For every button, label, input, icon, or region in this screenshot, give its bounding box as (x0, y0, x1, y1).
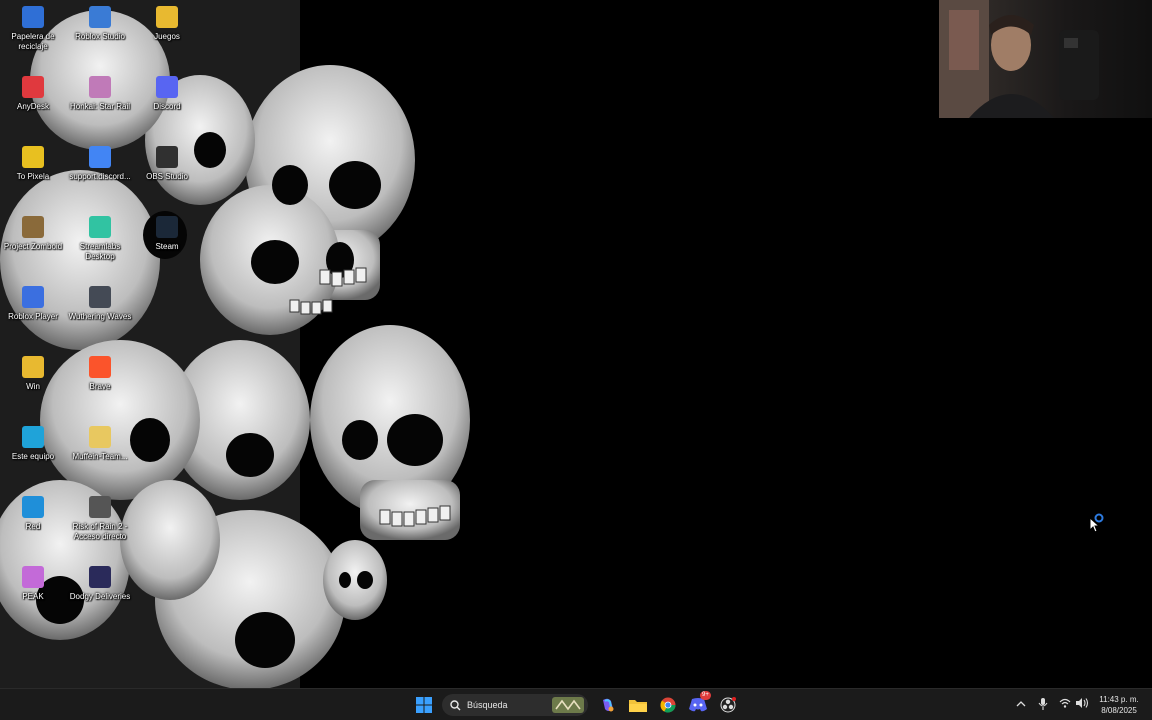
desktop-icon-label: support.discord... (69, 172, 131, 181)
desktop-icon[interactable]: support.discord... (67, 140, 133, 182)
desktop-icon-label: OBS Studio (146, 172, 188, 181)
project-zomboid-icon (22, 216, 44, 238)
chrome-icon (660, 697, 676, 713)
network-icon (22, 496, 44, 518)
discord-icon (689, 698, 707, 712)
copilot-icon (603, 698, 614, 712)
desktop-icon[interactable]: Dodgy Deliveries (67, 560, 133, 602)
windows-logo-icon (416, 697, 432, 713)
desktop-icon[interactable]: To Pixela (0, 140, 66, 182)
desktop-icon[interactable]: Steam (134, 210, 200, 252)
recycle-bin-icon (22, 6, 44, 28)
desktop-icon-label: Win (26, 382, 40, 391)
desktop-icon-label: Juegos (154, 32, 180, 41)
clock-time: 11:43 p. m. (1099, 695, 1139, 704)
clock-date: 8/08/2025 (1101, 706, 1137, 715)
copilot-button[interactable] (596, 693, 620, 717)
desktop-icon[interactable]: Honkai: Star Rail (67, 70, 133, 112)
chrome-button[interactable] (656, 693, 680, 717)
start-button[interactable] (412, 693, 436, 717)
system-clock[interactable]: 11:43 p. m. 8/08/2025 (1092, 694, 1146, 716)
obs-icon (720, 697, 736, 713)
desktop-icon-label: Roblox Studio (75, 32, 125, 41)
desktop-icon-label: To Pixela (16, 172, 50, 181)
wuthering-waves-icon (89, 286, 111, 308)
folder-icon (22, 356, 44, 378)
risk-of-rain-icon (89, 496, 111, 518)
desktop-icon-label: Roblox Player (8, 312, 58, 321)
desktop-icon[interactable]: PEAK (0, 560, 66, 602)
desktop-icon[interactable]: Project Zomboid (0, 210, 66, 252)
obs-taskbar-button[interactable] (716, 693, 740, 717)
taskbar-search-box[interactable]: Búsqueda (442, 694, 588, 716)
desktop-icon[interactable]: Risk of Rain 2 - Acceso directo (67, 490, 133, 542)
roblox-player-icon (22, 286, 44, 308)
desktop-icon-label: Este equipo (11, 452, 55, 461)
desktop: Papelera de reciclaje Roblox Studio Juegos… (0, 0, 1152, 688)
desktop-icon-label: Discord (153, 102, 181, 111)
dodgy-deliveries-icon (89, 566, 111, 588)
desktop-icon[interactable]: Papelera de reciclaje (0, 0, 66, 52)
webcam-image (939, 0, 1099, 118)
desktop-icon[interactable]: AnyDesk (0, 70, 66, 112)
honkai-star-rail-icon (89, 76, 111, 98)
busy-indicator-icon (1094, 513, 1104, 523)
discord-taskbar-button[interactable]: 9+ (686, 691, 711, 717)
desktop-icon-label: Red (25, 522, 41, 531)
desktop-icon-label: Brave (89, 382, 111, 391)
search-icon (450, 699, 461, 710)
search-highlight-icon (552, 697, 584, 713)
folder-icon (89, 426, 111, 448)
folder-icon (629, 700, 647, 712)
chrome-shortcut-icon (89, 146, 111, 168)
desktop-icon-label: Dodgy Deliveries (69, 592, 131, 601)
desktop-icon[interactable]: Roblox Player (0, 280, 66, 322)
desktop-icon[interactable]: Red (0, 490, 66, 532)
desktop-icon[interactable]: Streamlabs Desktop (67, 210, 133, 262)
desktop-icon-label: Papelera de reciclaje (11, 32, 55, 51)
discord-notification-badge: 9+ (700, 691, 711, 700)
desktop-icon-label: Muffein-Team... (72, 452, 128, 461)
volume-icon[interactable] (1075, 697, 1089, 709)
this-pc-icon (22, 426, 44, 448)
wifi-icon[interactable] (1059, 697, 1071, 709)
desktop-icon-label: PEAK (22, 592, 44, 601)
streamlabs-icon (89, 216, 111, 238)
anydesk-icon (22, 76, 44, 98)
file-explorer-button[interactable] (626, 693, 650, 717)
show-hidden-icons-chevron-up-icon[interactable] (1016, 700, 1026, 708)
desktop-icon[interactable]: Wuthering Waves (67, 280, 133, 322)
desktop-icon[interactable]: OBS Studio (134, 140, 200, 182)
desktop-icon[interactable]: Win (0, 350, 66, 392)
steam-icon (156, 216, 178, 238)
microphone-icon[interactable] (1038, 697, 1048, 711)
desktop-icon-label: Honkai: Star Rail (69, 102, 131, 111)
peak-icon (22, 566, 44, 588)
desktop-icon-label: AnyDesk (16, 102, 49, 111)
brave-icon (89, 356, 111, 378)
desktop-icon-label: Project Zomboid (3, 242, 63, 251)
discord-icon (156, 76, 178, 98)
to-pixela-icon (22, 146, 44, 168)
folder-icon (156, 6, 178, 28)
obs-studio-icon (156, 146, 178, 168)
desktop-icon[interactable]: Muffein-Team... (67, 420, 133, 462)
desktop-icon-label: Risk of Rain 2 - Acceso directo (72, 522, 128, 541)
desktop-icon[interactable]: Roblox Studio (67, 0, 133, 42)
desktop-icon[interactable]: Brave (67, 350, 133, 392)
search-label: Búsqueda (467, 700, 508, 710)
taskbar: Búsqueda 9+ 11:43 p. m. 8/08/2025 (0, 688, 1152, 720)
desktop-icon[interactable]: Este equipo (0, 420, 66, 462)
desktop-icon[interactable]: Juegos (134, 0, 200, 42)
desktop-icon-label: Wuthering Waves (68, 312, 132, 321)
desktop-icon-label: Steam (155, 242, 179, 251)
desktop-icon[interactable]: Discord (134, 70, 200, 112)
webcam-overlay (939, 0, 1152, 118)
roblox-studio-icon (89, 6, 111, 28)
desktop-icon-label: Streamlabs Desktop (79, 242, 121, 261)
